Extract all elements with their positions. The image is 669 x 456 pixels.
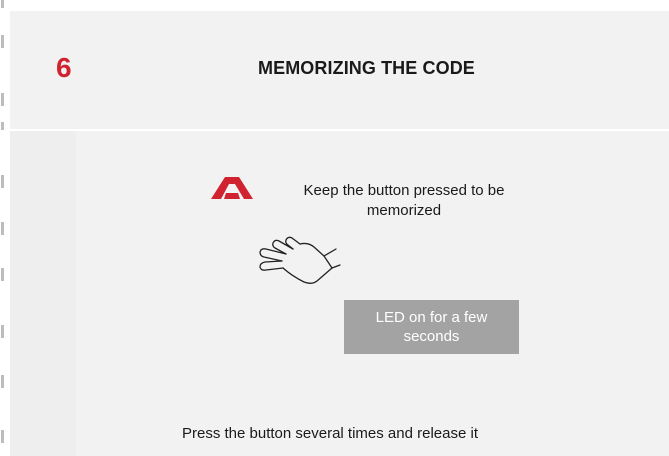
page-title: MEMORIZING THE CODE: [258, 58, 475, 78]
brand-a-logo-icon: [211, 177, 253, 199]
led-status-box: LED on for a few seconds: [344, 300, 519, 354]
pressing-hand-icon: [259, 236, 341, 284]
section-divider: [10, 129, 669, 131]
edge-dash: [1, 0, 4, 8]
edge-dash: [1, 35, 4, 48]
left-margin-stripe: [10, 130, 76, 456]
edge-dash: [1, 325, 4, 338]
edge-dash: [1, 93, 4, 106]
step-number: 6: [56, 52, 72, 83]
footer-instruction: Press the button several times and relea…: [182, 425, 478, 442]
edge-dash: [1, 175, 4, 188]
edge-dash: [1, 430, 4, 443]
press-instruction: Keep the button pressed to be memorized: [303, 182, 505, 219]
edge-dash: [1, 375, 4, 388]
led-status-text: LED on for a few seconds: [375, 309, 488, 345]
edge-dash: [1, 222, 4, 235]
edge-dash: [1, 268, 4, 281]
edge-dash: [1, 122, 4, 130]
